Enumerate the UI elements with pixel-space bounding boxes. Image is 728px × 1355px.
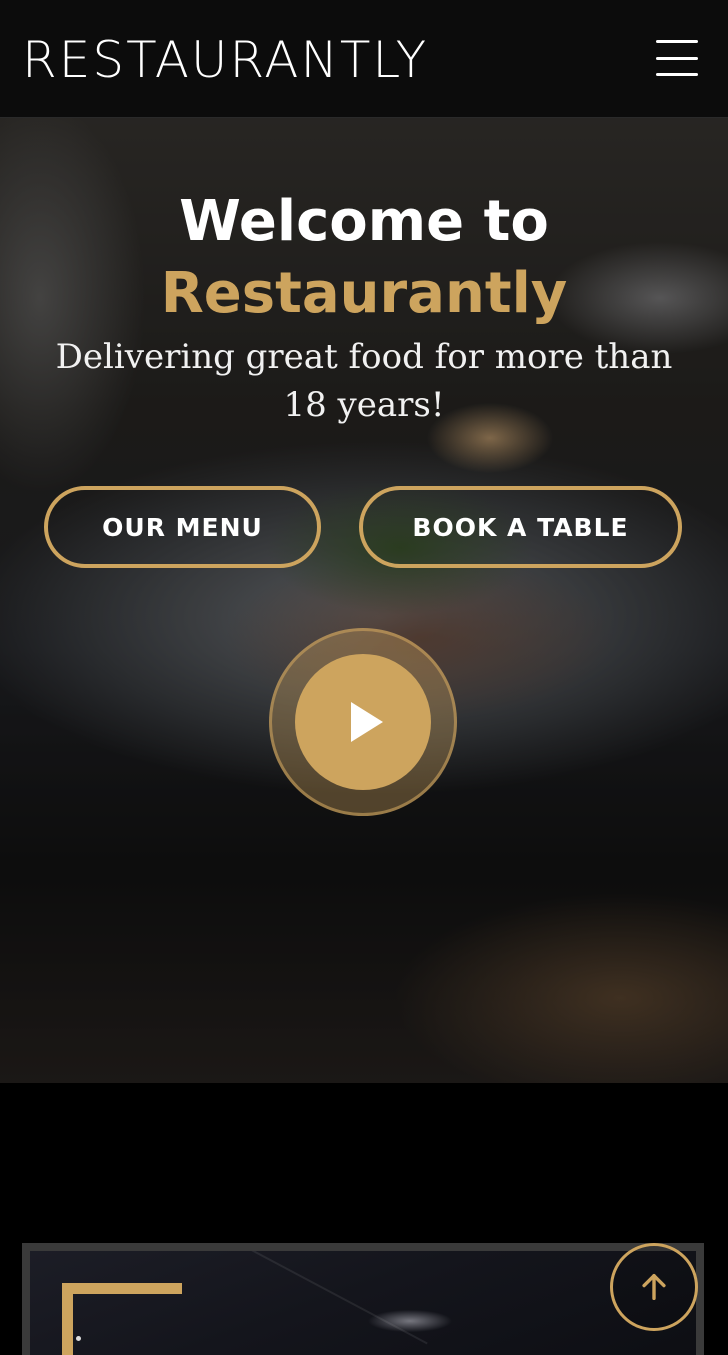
hamburger-menu-icon[interactable] bbox=[656, 40, 698, 76]
hero-section: Welcome to Restaurantly Delivering great… bbox=[0, 118, 728, 1083]
menu-bar bbox=[656, 56, 698, 60]
site-header: RESTAURANTLY bbox=[0, 0, 728, 118]
book-a-table-button[interactable]: BOOK A TABLE bbox=[359, 486, 682, 568]
site-logo[interactable]: RESTAURANTLY bbox=[22, 30, 428, 90]
hero-content: Welcome to Restaurantly Delivering great… bbox=[0, 118, 728, 1083]
hero-title-brand: Restaurantly bbox=[160, 261, 568, 326]
menu-bar bbox=[656, 73, 698, 76]
play-button-inner bbox=[295, 654, 431, 790]
about-image-light bbox=[76, 1336, 81, 1341]
our-menu-button[interactable]: OUR MENU bbox=[44, 486, 321, 568]
hero-subtitle: Delivering great food for more than 18 y… bbox=[55, 337, 673, 425]
play-icon bbox=[351, 702, 383, 742]
arrow-up-icon bbox=[642, 1273, 666, 1301]
play-video-button[interactable] bbox=[269, 628, 457, 816]
menu-bar bbox=[656, 40, 698, 43]
hero-title-welcome: Welcome to bbox=[179, 189, 549, 254]
about-image-corner-accent bbox=[62, 1283, 182, 1355]
back-to-top-button[interactable] bbox=[610, 1243, 698, 1331]
